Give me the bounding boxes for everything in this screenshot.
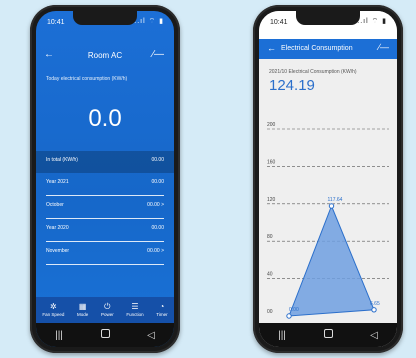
mode-icon: ▦ — [78, 301, 87, 311]
y-tick-label: 120 — [267, 197, 276, 203]
list-item-year: Year 2021 00.00 — [46, 173, 164, 195]
header: ← Electrical Consumption ∕— — [259, 39, 397, 59]
consumption-list: In total (KW/h) 00.00 Year 2021 00.00 Oc… — [36, 151, 174, 265]
divider — [46, 264, 164, 265]
recents-icon[interactable]: ||| — [49, 330, 69, 341]
button-label: Fan Speed — [42, 312, 65, 318]
notch — [73, 11, 137, 25]
today-consumption-label: Today electrical consumption (KW/h) — [46, 76, 128, 82]
list-item-value: 00.00 > — [147, 248, 164, 254]
list-item-total: In total (KW/h) 00.00 — [36, 151, 174, 173]
notch — [296, 11, 360, 25]
data-point — [286, 313, 292, 319]
list-item-label: Year 2021 — [46, 179, 69, 185]
button-label: Mode — [77, 312, 89, 318]
function-icon: ☰ — [131, 301, 139, 311]
edit-pen-icon[interactable]: ∕— — [378, 42, 389, 52]
list-item-value: 00.00 — [151, 225, 164, 231]
y-tick-label: 160 — [267, 159, 276, 165]
status-time: 10:41 — [270, 19, 288, 26]
timer-icon: ◔ — [159, 301, 165, 311]
edit-pen-icon[interactable]: ∕— — [152, 49, 164, 60]
header: ← Room AC ∕— — [36, 49, 174, 65]
today-consumption-value: 0.0 — [88, 105, 122, 132]
data-label: 6.65 — [370, 301, 380, 307]
list-item-label: October — [46, 202, 64, 208]
list-item-year: Year 2020 00.00 — [46, 219, 164, 241]
list-item-month[interactable]: November 00.00 > — [46, 242, 164, 264]
status-time: 10:41 — [47, 19, 65, 26]
left-phone: 10:41 ..ıl ⌔ ▮ ← Room AC ∕— Today electr… — [30, 5, 180, 353]
button-label: Power — [100, 312, 114, 318]
y-tick-label: 00 — [267, 309, 273, 315]
series-area — [288, 204, 375, 317]
signal-wifi-battery-icon: ..ıl ⌔ ▮ — [134, 18, 164, 25]
list-item-label: Year 2020 — [46, 225, 69, 231]
button-label: Timer — [156, 312, 168, 318]
button-label: Function — [126, 312, 144, 318]
list-item-month[interactable]: October 00.00 > — [46, 196, 164, 218]
home-icon[interactable] — [318, 329, 338, 341]
data-label: 0.00 — [289, 307, 299, 313]
list-item-value: 00.00 — [151, 157, 164, 163]
data-point — [328, 203, 335, 209]
y-tick-label: 80 — [267, 234, 273, 240]
monthly-consumption-label: 2021/10 Electrical Consumption (KW/h) — [269, 69, 357, 75]
list-item-label: November — [46, 248, 70, 254]
data-label: 117.64 — [328, 197, 343, 203]
data-point — [371, 307, 377, 313]
timer-button[interactable]: ◔ Timer — [156, 302, 167, 318]
y-tick-label: 200 — [267, 122, 276, 128]
fan-icon: ✲ — [49, 301, 57, 311]
consumption-chart: 200 160 120 80 40 00 0.00 117.64 6.65 — [267, 122, 389, 319]
monthly-consumption-value: 124.19 — [269, 77, 315, 94]
system-nav-bar: ||| ◁ — [259, 323, 397, 347]
y-tick-label: 40 — [267, 272, 273, 278]
recents-icon[interactable]: ||| — [272, 330, 292, 341]
back-icon[interactable]: ◁ — [141, 330, 161, 341]
power-icon: ⏻ — [104, 301, 111, 311]
home-icon[interactable] — [95, 329, 115, 341]
list-item-label: In total (KW/h) — [46, 157, 78, 163]
mode-button[interactable]: ▦ Mode — [77, 302, 88, 318]
back-icon[interactable]: ◁ — [364, 330, 384, 341]
right-phone: 10:41 ..ıl ⌔ ▮ ← Electrical Consumption … — [253, 5, 403, 353]
control-bar: ✲ Fan Speed ▦ Mode ⏻ Power ☰ Function ◔ … — [36, 297, 174, 323]
list-item-value: 00.00 > — [147, 202, 164, 208]
fan-speed-button[interactable]: ✲ Fan Speed — [42, 302, 64, 318]
electrical-consumption-screen: 10:41 ..ıl ⌔ ▮ ← Electrical Consumption … — [259, 11, 397, 347]
signal-wifi-battery-icon: ..ıl ⌔ ▮ — [357, 18, 387, 25]
power-button[interactable]: ⏻ Power — [101, 302, 114, 318]
function-button[interactable]: ☰ Function — [126, 302, 143, 318]
list-item-value: 00.00 — [151, 179, 164, 185]
back-arrow-icon[interactable]: ← — [267, 43, 276, 53]
room-ac-screen: 10:41 ..ıl ⌔ ▮ ← Room AC ∕— Today electr… — [36, 11, 174, 347]
page-title: Electrical Consumption — [281, 45, 353, 52]
system-nav-bar: ||| ◁ — [36, 323, 174, 347]
